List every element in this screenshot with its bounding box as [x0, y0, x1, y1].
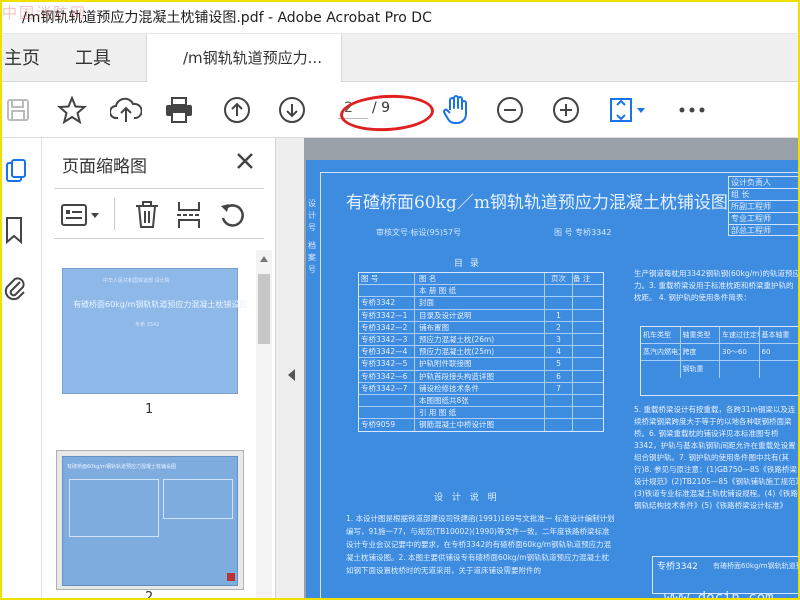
pdf-page: 设 计 号 档 案 号 有碴桥面60kg／m钢轨轨道预应力混凝土枕铺设图 审核文… [306, 160, 800, 600]
thumb-title: 有碴桥面60kg/m钢轨轨道预应力混凝土枕铺设图 [67, 464, 176, 470]
table-row: 专桥3342—4 预应力混凝土枕(25m) 4 [359, 346, 603, 359]
zoom-out-icon[interactable] [494, 94, 526, 126]
approval-number: 审核文号·标设(95)57号 [376, 228, 462, 237]
panel-collapse-bar[interactable] [276, 138, 304, 600]
scrollbar-thumb[interactable] [258, 274, 270, 344]
attachment-icon[interactable] [4, 272, 28, 301]
thumb-table [163, 479, 233, 519]
notes-top: 生产钢道每枕用3342钢轨钢(60kg/m)的轨道预应力。3. 重载桥梁设用于标… [634, 269, 800, 302]
table-row: 专桥3342—5 护轨附件联接图 5 [359, 358, 603, 371]
table-row: 专桥9059 钢筋混凝土中桥设计图 [359, 419, 603, 432]
table-row: 专桥3342—7 铺设检修技术条件 7 [359, 382, 603, 395]
site-watermark: www.docin.com [664, 590, 774, 600]
title-block-text: 有碴桥面60kg/m钢轨轨道预应力混凝土枕 [713, 562, 800, 570]
fit-page-icon[interactable] [606, 94, 652, 126]
thumb-code: 专桥 3342 [135, 322, 160, 328]
table-row: 钢轨重 [641, 361, 799, 378]
thumb-marker [227, 573, 235, 581]
star-icon[interactable] [56, 94, 88, 126]
page-down-icon[interactable] [276, 94, 308, 126]
zoom-in-icon[interactable] [550, 94, 582, 126]
save-icon[interactable] [2, 94, 34, 126]
thumbnails-panel: 页面缩略图 中华人民共和国铁道部 设计院 有碴桥面60kg/m钢轨轨道预应力混凝… [42, 138, 276, 600]
scroll-up-arrow[interactable] [260, 256, 268, 262]
rotate-icon[interactable] [218, 200, 248, 234]
table-row: 专桥3342—6 护轨首段接头构造详图 6 [359, 370, 603, 383]
thumbnail-toolbar [42, 196, 276, 234]
collapse-arrow-icon[interactable] [288, 369, 295, 381]
title-block: 专桥3342 有碴桥面60kg/m钢轨轨道预应力混凝土枕 [652, 556, 800, 594]
thumbnail-scrollbar[interactable] [256, 250, 272, 600]
hand-tool-icon[interactable] [440, 94, 472, 126]
side-strip: 设 计 号 档 案 号 [308, 199, 316, 274]
notes-bottom: 5. 重载桥梁设计有按重载，各跨31m钢梁以及连续桥梁钢梁跨度大于等于的以地各种… [634, 405, 800, 510]
print-icon[interactable] [163, 94, 195, 126]
table-row: 机车类型轴重类型车速过往定坡度基本轴重 [641, 327, 799, 344]
thumb-table [69, 479, 159, 537]
design-notes-text: 1. 本设计图是根据铁道部建设司铁建函(1991)169号文批准一 标准设计编制… [346, 514, 615, 575]
signature-table: 设计负责人 组 长 所副工程师 专业工程师 部总工程师 [728, 176, 800, 236]
table-row: 专桥3342—1 目录及设计说明 1 [359, 309, 603, 322]
title-bar: 中国消防网 /m钢轨轨道预应力混凝土枕铺设图.pdf - Adobe Acrob… [0, 0, 800, 34]
tab-bar: 主页 工具 /m钢轨轨道预应力... [0, 34, 800, 82]
design-notes-title: 设 计 说 明 [434, 493, 500, 503]
index-table: 图 号 图 名 页次 备 注 本 册 图 纸 专桥3342 封面 专桥3342—1… [358, 272, 604, 433]
table-row: 引 用 图 纸 [359, 407, 603, 420]
usage-table: 机车类型轴重类型车速过往定坡度基本轴重 蒸汽内燃电力跨度30～6060 钢轨重 [640, 326, 800, 396]
thumbnail-page-number: 1 [145, 402, 154, 417]
table-row: 专桥3342 封面 [359, 297, 603, 310]
table-row: 专桥3342—2 铺布置图 2 [359, 321, 603, 334]
page-up-icon[interactable] [221, 94, 253, 126]
delete-icon[interactable] [134, 200, 160, 234]
table-header: 图 号 图 名 页次 备 注 [359, 273, 603, 286]
table-row: 专桥3342—3 预应力混凝土枕(26m) 3 [359, 333, 603, 347]
table-row: 本 册 图 纸 [359, 285, 603, 298]
table-row: 蒸汽内燃电力跨度30～6060 [641, 344, 799, 361]
drawing-title: 有碴桥面60kg／m钢轨轨道预应力混凝土枕铺设图 [346, 193, 728, 213]
more-icon[interactable] [676, 94, 708, 126]
thumb-heading: 中华人民共和国铁道部 设计院 [103, 278, 170, 284]
bookmark-icon[interactable] [4, 216, 28, 245]
page-thumbnail-2[interactable]: 有碴桥面60kg/m钢轨轨道预应力混凝土枕铺设图 [62, 456, 238, 586]
page-thumbnail-1[interactable]: 中华人民共和国铁道部 设计院 有碴桥面60kg/m钢轨轨道预应力混凝土枕铺设图 … [62, 268, 247, 394]
panel-divider [54, 188, 264, 189]
site-watermark-logo: 中国消防网 [2, 4, 88, 22]
thumb-title: 有碴桥面60kg/m钢轨轨道预应力混凝土枕铺设图 [73, 300, 248, 309]
panel-divider [54, 238, 264, 239]
document-viewer[interactable]: 设 计 号 档 案 号 有碴桥面60kg／m钢轨轨道预应力混凝土枕铺设图 审核文… [304, 138, 800, 600]
drawing-number: 图 号 专桥3342 [554, 228, 612, 237]
tool-separator [114, 198, 115, 230]
options-icon[interactable] [60, 202, 104, 232]
close-icon[interactable] [234, 150, 256, 172]
tab-document-label: /m钢轨轨道预应力... [183, 49, 322, 67]
cloud-upload-icon[interactable] [110, 94, 142, 126]
page-thumbnails-icon[interactable] [4, 158, 28, 186]
panel-title: 页面缩略图 [62, 157, 147, 177]
tab-document[interactable]: /m钢轨轨道预应力... [146, 34, 342, 82]
navigation-rail [0, 138, 42, 600]
tab-home[interactable]: 主页 [4, 44, 40, 70]
extract-icon[interactable] [176, 200, 202, 234]
thumbnail-page-number: 2 [145, 590, 154, 600]
index-caption: 目 录 [454, 259, 481, 269]
tab-tools[interactable]: 工具 [75, 44, 111, 70]
table-row: 本图图纸共8张 [359, 394, 603, 408]
title-block-code: 专桥3342 [657, 562, 698, 572]
